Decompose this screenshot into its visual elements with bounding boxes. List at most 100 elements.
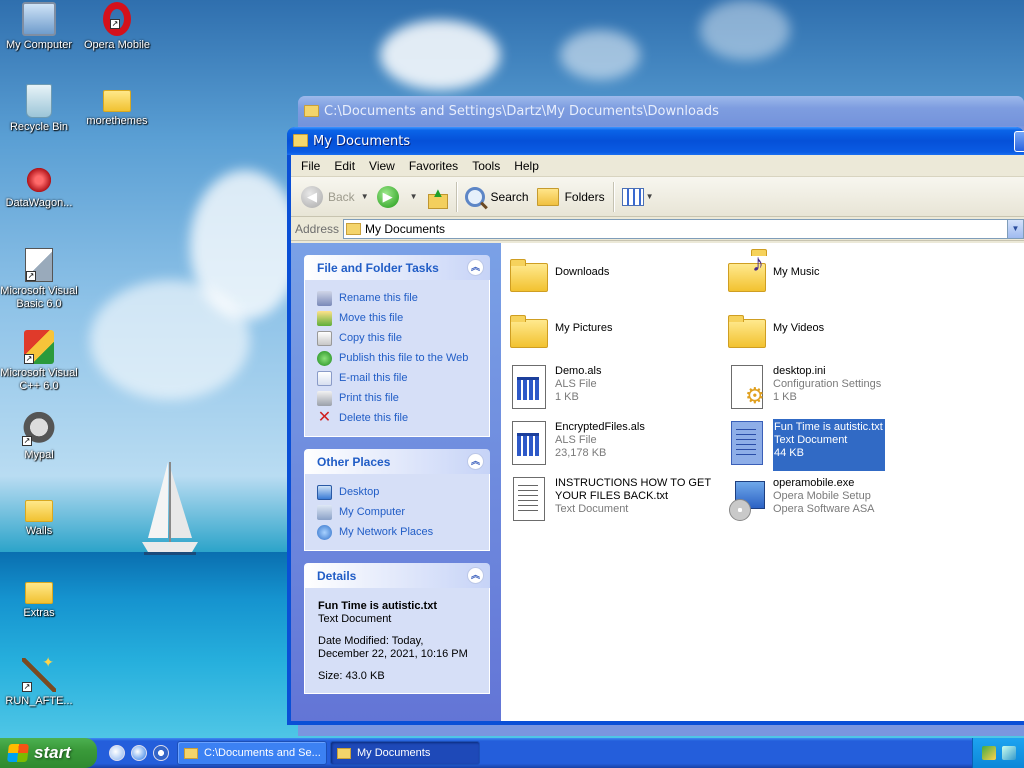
task-copy[interactable]: Copy this file	[317, 328, 489, 348]
folder-icon	[346, 222, 362, 235]
window-titlebar[interactable]: My Documents	[287, 127, 1024, 155]
file-description: Opera Mobile Setup	[773, 490, 871, 502]
desktop-icon-mypal[interactable]: ↗ Mypal	[0, 412, 79, 462]
desktop-icon-label: Microsoft Visual C++ 6.0	[0, 367, 78, 392]
file-item-my-pictures[interactable]: My Pictures	[507, 307, 707, 359]
collapse-chevron-icon[interactable]: ︽	[467, 453, 484, 470]
menu-favorites[interactable]: Favorites	[403, 157, 466, 175]
details-modified-line1: Date Modified: Today,	[318, 635, 424, 647]
file-item-my-music[interactable]: My Music	[725, 249, 925, 303]
address-value: My Documents	[365, 221, 446, 236]
up-folder-icon	[426, 185, 448, 209]
file-item-encryptedfiles-als[interactable]: EncryptedFiles.als ALS File 23,178 KB	[507, 419, 707, 471]
forward-button[interactable]: ▶	[373, 182, 408, 212]
desktop-icon-extras[interactable]: Extras	[0, 576, 79, 620]
folders-icon	[536, 187, 559, 206]
desktop-icon-label: Walls	[25, 525, 53, 537]
text-file-icon	[725, 419, 769, 467]
place-desktop[interactable]: Desktop	[317, 482, 489, 502]
menu-view[interactable]: View	[363, 157, 403, 175]
file-item-operamobile-exe[interactable]: operamobile.exe Opera Mobile Setup Opera…	[725, 475, 925, 527]
panel-header[interactable]: Details ︽	[304, 563, 490, 588]
media-player-icon[interactable]	[153, 745, 169, 761]
rename-icon	[317, 290, 332, 306]
menu-tools[interactable]: Tools	[466, 157, 508, 175]
start-button[interactable]: start	[0, 738, 97, 768]
network-tray-icon[interactable]	[1001, 746, 1016, 760]
minimize-button[interactable]	[1014, 131, 1024, 152]
file-item-desktop-ini[interactable]: desktop.ini Configuration Settings 1 KB	[725, 363, 925, 415]
task-move[interactable]: Move this file	[317, 308, 489, 328]
desktop-icon-run-after[interactable]: ↗ RUN_AFTE...	[0, 656, 79, 708]
file-item-fun-time-txt[interactable]: Fun Time is autistic.txt Text Document 4…	[725, 419, 925, 471]
toolbar-separator	[612, 181, 614, 212]
desktop-icon-my-computer[interactable]: My Computer	[0, 2, 79, 52]
folders-button[interactable]: Folders	[533, 182, 609, 212]
task-publish[interactable]: Publish this file to the Web	[317, 348, 489, 368]
back-button[interactable]: ◀ Back	[297, 182, 359, 212]
desktop-icon-opera-mobile[interactable]: ↗ Opera Mobile	[77, 2, 157, 52]
folder-icon	[25, 500, 53, 522]
collapse-chevron-icon[interactable]: ︽	[467, 259, 484, 276]
menu-help[interactable]: Help	[508, 157, 547, 175]
task-email[interactable]: E-mail this file	[317, 368, 489, 388]
folder-icon	[184, 747, 198, 759]
file-item-instructions-txt[interactable]: INSTRUCTIONS HOW TO GET YOUR FILES BACK.…	[507, 475, 717, 527]
search-button[interactable]: Search	[461, 182, 533, 212]
desktop-icon-morethemes[interactable]: morethemes	[77, 84, 157, 128]
menu-file[interactable]: File	[295, 157, 328, 175]
internet-explorer-icon[interactable]	[131, 745, 147, 761]
place-my-computer[interactable]: My Computer	[317, 502, 489, 522]
toolbar-separator	[455, 181, 457, 212]
up-folder-button[interactable]	[422, 182, 452, 212]
desktop-icon-visual-cpp[interactable]: ↗ Microsoft Visual C++ 6.0	[0, 330, 79, 393]
place-label: Desktop	[339, 486, 380, 498]
desktop-icon-walls[interactable]: Walls	[0, 494, 79, 538]
menu-edit[interactable]: Edit	[328, 157, 363, 175]
my-documents-window[interactable]: My Documents File Edit View Favorites To…	[287, 127, 1024, 725]
taskbar-button-my-documents[interactable]: My Documents	[330, 741, 480, 765]
cloud	[380, 20, 500, 90]
task-print[interactable]: Print this file	[317, 388, 489, 408]
computer-icon	[317, 504, 332, 520]
desktop-icon-label: Extras	[23, 607, 55, 619]
panel-body: Desktop My Computer My Network Places	[304, 474, 490, 551]
desktop-icon-visual-basic[interactable]: ↗ Microsoft Visual Basic 6.0	[0, 248, 79, 311]
task-delete[interactable]: ✕ Delete this file	[317, 408, 489, 428]
taskbar-button-label: C:\Documents and Se...	[204, 747, 321, 759]
address-dropdown-icon[interactable]: ▼	[1007, 219, 1023, 238]
globe-icon	[317, 350, 332, 366]
file-name: My Pictures	[555, 322, 613, 334]
address-field[interactable]: My Documents ▼	[343, 218, 1024, 239]
als-file-icon	[507, 419, 551, 467]
file-item-downloads[interactable]: Downloads	[507, 251, 707, 303]
search-label: Search	[490, 189, 529, 204]
back-dropdown-icon[interactable]: ▼	[361, 192, 369, 201]
mypal-raccoon-icon: ↗	[22, 412, 56, 446]
file-name: My Videos	[773, 322, 825, 334]
folder-icon	[725, 307, 769, 355]
forward-dropdown-icon[interactable]: ▼	[410, 192, 418, 201]
file-type: ALS File	[555, 434, 597, 446]
file-item-demo-als[interactable]: Demo.als ALS File 1 KB	[507, 363, 707, 415]
taskbar-button-label: My Documents	[357, 747, 431, 759]
task-rename[interactable]: Rename this file	[317, 288, 489, 308]
quick-launch-icon[interactable]	[109, 745, 125, 761]
place-network[interactable]: My Network Places	[317, 522, 489, 542]
delete-x-icon: ✕	[317, 408, 332, 426]
cloud	[90, 280, 250, 400]
desktop-icon-recycle-bin[interactable]: Recycle Bin	[0, 84, 79, 134]
views-dropdown-icon: ▼	[645, 192, 654, 201]
taskbar-button-downloads[interactable]: C:\Documents and Se...	[177, 741, 327, 765]
downloads-window-titlebar[interactable]: C:\Documents and Settings\Dartz\My Docum…	[298, 96, 1024, 126]
views-button[interactable]: ▼	[618, 182, 662, 212]
desktop-icon-datawagon[interactable]: DataWagon...	[0, 166, 79, 210]
collapse-chevron-icon[interactable]: ︽	[467, 567, 484, 584]
file-name: desktop.ini	[773, 365, 826, 377]
panel-header[interactable]: File and Folder Tasks ︽	[304, 255, 490, 280]
file-item-my-videos[interactable]: My Videos	[725, 307, 925, 359]
address-label: Address	[295, 221, 340, 236]
panel-header[interactable]: Other Places ︽	[304, 449, 490, 474]
window-client: File Edit View Favorites Tools Help ◀ Ba…	[291, 155, 1024, 721]
safely-remove-hardware-icon[interactable]	[981, 746, 996, 760]
